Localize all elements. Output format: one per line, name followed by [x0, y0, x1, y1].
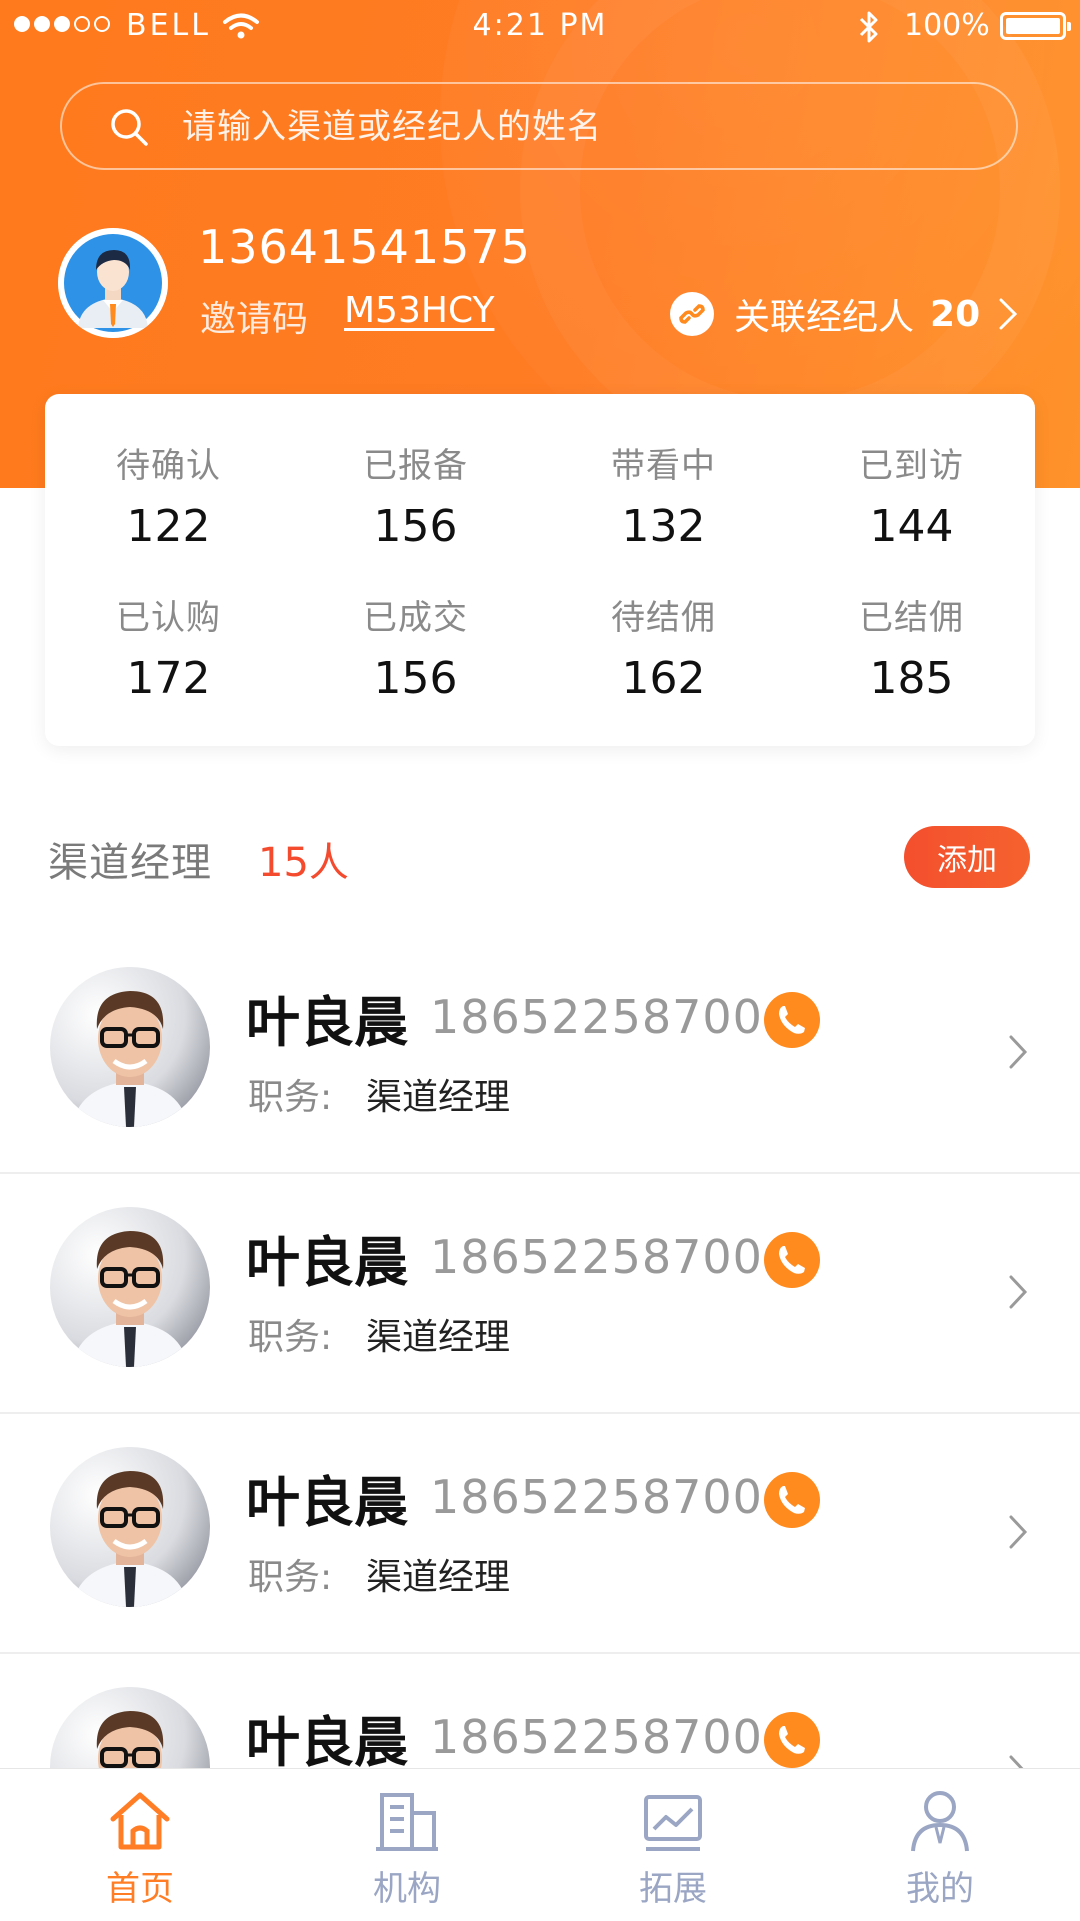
- list-item[interactable]: 叶良晨 18652258700 职务: 渠道经理: [0, 1174, 1080, 1414]
- stat-commission-settled[interactable]: 已结佣 185: [788, 590, 1035, 704]
- manager-list: 叶良晨 18652258700 职务: 渠道经理 叶良晨 18652258700…: [0, 934, 1080, 1768]
- stat-commission-pending[interactable]: 待结佣 162: [540, 590, 787, 704]
- invite-code[interactable]: M53HCY: [344, 290, 494, 331]
- search-icon: [111, 109, 148, 146]
- tab-label: 拓展: [639, 1869, 707, 1909]
- home-icon: [110, 1792, 170, 1850]
- tab-mine[interactable]: 我的: [805, 1769, 1075, 1921]
- manager-name: 叶良晨: [246, 1471, 408, 1534]
- stat-value: 162: [621, 653, 706, 704]
- chevron-right-icon: [1009, 1275, 1028, 1309]
- stats-card: 待确认 122 已报备 156 带看中 132 已到访 144 已认购 172 …: [45, 394, 1035, 746]
- chevron-right-icon: [1009, 1515, 1028, 1549]
- role-label: 职务:: [248, 1557, 333, 1598]
- person-photo-icon: [96, 1711, 164, 1768]
- user-icon: [911, 1791, 969, 1852]
- stat-reported[interactable]: 已报备 156: [292, 438, 539, 552]
- battery-percent: 100%: [904, 8, 990, 43]
- search-input[interactable]: [180, 98, 984, 156]
- chevron-right-icon: [999, 298, 1018, 330]
- stat-label: 已报备: [363, 446, 468, 486]
- manager-avatar: [50, 1447, 210, 1607]
- stat-value: 156: [373, 653, 458, 704]
- user-phone: 13641541575: [198, 220, 531, 274]
- user-avatar[interactable]: [58, 228, 168, 338]
- chevron-right-icon: [1009, 1035, 1028, 1069]
- manager-phone: 18652258700: [430, 1470, 763, 1524]
- stat-value: 156: [373, 501, 458, 552]
- status-bar: BELL 4:21 PM 100%: [0, 0, 1080, 54]
- manager-avatar: [50, 1687, 210, 1768]
- phone-call-icon[interactable]: [764, 1712, 820, 1768]
- linked-agents-link[interactable]: 关联经纪人 20: [670, 288, 1018, 340]
- linked-agents-label: 关联经纪人: [734, 297, 915, 338]
- stat-value: 172: [126, 653, 211, 704]
- managers-count: 15人: [258, 840, 349, 886]
- stat-viewing[interactable]: 带看中 132: [540, 438, 787, 552]
- role-label: 职务:: [248, 1077, 333, 1118]
- manager-phone: 18652258700: [430, 1710, 763, 1764]
- tab-organization[interactable]: 机构: [272, 1769, 542, 1921]
- tab-label: 首页: [106, 1869, 174, 1909]
- manager-avatar: [50, 1207, 210, 1367]
- stat-pending-confirm[interactable]: 待确认 122: [45, 438, 292, 552]
- invite-code-label: 邀请码: [200, 299, 309, 340]
- list-item[interactable]: 叶良晨 18652258700 职务: 渠道经理: [0, 1654, 1080, 1768]
- stat-value: 144: [869, 501, 954, 552]
- manager-name: 叶良晨: [246, 991, 408, 1054]
- chevron-right-icon: [1009, 1755, 1024, 1768]
- tab-home[interactable]: 首页: [5, 1769, 275, 1921]
- role-label: 职务:: [248, 1317, 333, 1358]
- search-bar[interactable]: [60, 82, 1018, 170]
- tab-bar: 首页 机构 拓展 我的: [0, 1768, 1080, 1921]
- manager-name: 叶良晨: [246, 1711, 408, 1768]
- stat-value: 122: [126, 501, 211, 552]
- battery-icon: [1000, 12, 1071, 40]
- tab-label: 我的: [906, 1869, 974, 1909]
- stat-label: 待结佣: [611, 598, 716, 638]
- bluetooth-icon: [859, 11, 878, 43]
- tab-expand[interactable]: 拓展: [538, 1769, 808, 1921]
- stat-label: 已认购: [116, 598, 221, 638]
- stat-label: 已到访: [859, 446, 964, 486]
- phone-call-icon[interactable]: [764, 1232, 820, 1288]
- stat-visited[interactable]: 已到访 144: [788, 438, 1035, 552]
- manager-name: 叶良晨: [246, 1231, 408, 1294]
- manager-role: 渠道经理: [366, 1077, 511, 1118]
- person-photo-icon: [72, 991, 188, 1127]
- avatar-icon: [58, 228, 168, 338]
- stat-value: 185: [869, 653, 954, 704]
- link-icon: [670, 292, 714, 336]
- manager-phone: 18652258700: [430, 990, 763, 1044]
- stat-value: 132: [621, 501, 706, 552]
- stat-label: 带看中: [611, 446, 716, 486]
- manager-phone: 18652258700: [430, 1230, 763, 1284]
- manager-role: 渠道经理: [366, 1557, 511, 1598]
- list-item[interactable]: 叶良晨 18652258700 职务: 渠道经理: [0, 934, 1080, 1174]
- list-item[interactable]: 叶良晨 18652258700 职务: 渠道经理: [0, 1414, 1080, 1654]
- stat-label: 待确认: [116, 446, 221, 486]
- stat-subscribed[interactable]: 已认购 172: [45, 590, 292, 704]
- manager-avatar: [50, 967, 210, 1127]
- tab-label: 机构: [373, 1869, 441, 1909]
- person-photo-icon: [72, 1471, 188, 1607]
- stat-closed[interactable]: 已成交 156: [292, 590, 539, 704]
- person-photo-icon: [72, 1231, 188, 1367]
- phone-call-icon[interactable]: [764, 992, 820, 1048]
- phone-call-icon[interactable]: [764, 1472, 820, 1528]
- chart-icon: [644, 1795, 702, 1851]
- linked-agents-count: 20: [930, 293, 981, 335]
- building-icon: [376, 1793, 438, 1851]
- stat-label: 已成交: [363, 598, 468, 638]
- section-title: 渠道经理: [48, 840, 212, 886]
- stat-label: 已结佣: [859, 598, 964, 638]
- manager-role: 渠道经理: [366, 1317, 511, 1358]
- add-button[interactable]: 添加: [904, 826, 1030, 888]
